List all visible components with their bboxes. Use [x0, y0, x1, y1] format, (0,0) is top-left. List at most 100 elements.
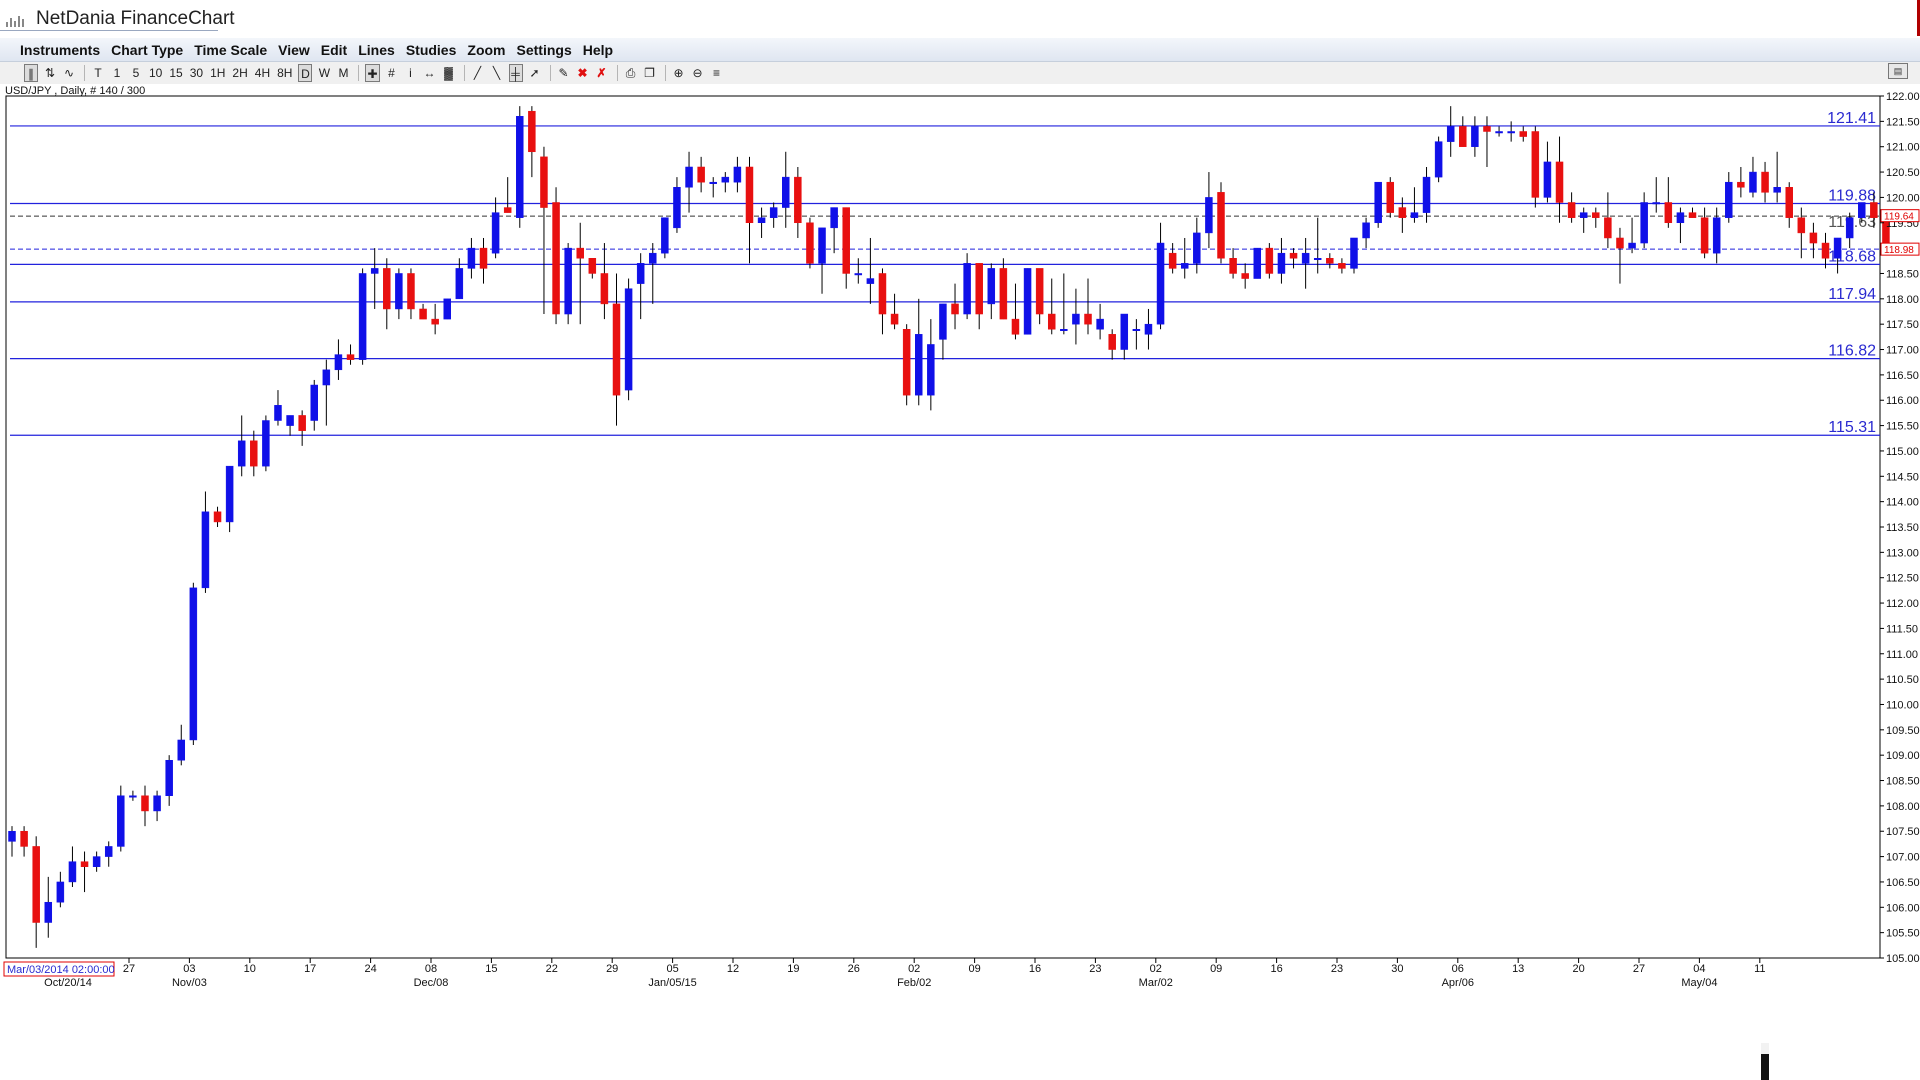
- y-tick-label: 107.50: [1886, 826, 1920, 838]
- candle-body: [1362, 222, 1370, 239]
- candle-body: [1700, 217, 1709, 254]
- candle-body: [1229, 258, 1237, 274]
- y-tick-label: 120.50: [1886, 167, 1920, 179]
- candle-body: [890, 313, 899, 325]
- candle: [552, 187, 560, 325]
- candle-body: [1773, 187, 1781, 193]
- candle-body: [141, 795, 149, 812]
- cursor-date-label: Mar/03/2014 02:00:00: [7, 964, 115, 976]
- candle-body: [298, 415, 306, 431]
- candle: [516, 106, 524, 228]
- y-tick-label: 105.00: [1886, 953, 1920, 965]
- candle-body: [1628, 242, 1636, 249]
- candle-body: [443, 298, 451, 320]
- candle-body: [927, 344, 935, 396]
- candle-body: [1471, 126, 1479, 147]
- candle-body: [177, 739, 186, 761]
- price-chart[interactable]: 121.41119.88118.68117.94116.82115.31119.…: [0, 0, 1920, 1000]
- candle: [1023, 268, 1032, 335]
- x-tick-label: 05: [666, 963, 678, 975]
- y-tick-label: 106.00: [1886, 902, 1920, 914]
- candle-body: [129, 795, 137, 798]
- candle-body: [1035, 268, 1044, 315]
- candle: [1386, 177, 1395, 218]
- candle-body: [419, 308, 427, 320]
- y-tick-label: 113.50: [1886, 522, 1919, 534]
- y-tick-label: 112.00: [1886, 598, 1919, 610]
- candle: [443, 298, 451, 320]
- candle: [1350, 237, 1358, 274]
- candle-body: [431, 318, 439, 325]
- x-tick-label: 24: [364, 963, 376, 975]
- candle-body: [987, 268, 996, 305]
- x-tick-label: 16: [1029, 963, 1041, 975]
- candle-body: [1253, 247, 1262, 279]
- candle-body: [310, 384, 318, 421]
- candle-body: [1338, 263, 1346, 269]
- candle-body: [818, 227, 826, 264]
- candle-body: [455, 268, 464, 300]
- candle: [902, 324, 911, 406]
- x-first-sublabel: Oct/20/14: [44, 977, 92, 989]
- candle-body: [1640, 202, 1648, 244]
- candle-body: [479, 247, 488, 269]
- candle-body: [322, 369, 331, 386]
- candle-body: [794, 176, 802, 224]
- candle-body: [588, 258, 597, 274]
- line-level-label: 121.41: [1827, 110, 1876, 127]
- y-tick-label: 108.50: [1886, 776, 1920, 788]
- candle-body: [1870, 202, 1878, 218]
- plot-frame: [5, 95, 1881, 959]
- x-tick-label: 15: [485, 963, 497, 975]
- candle-body: [92, 856, 101, 867]
- candle-body: [1096, 318, 1104, 330]
- candle-body: [1301, 252, 1310, 264]
- candle-body: [1144, 323, 1153, 335]
- x-tick-label: 27: [1633, 963, 1645, 975]
- x-tick-label: 06: [1452, 963, 1464, 975]
- y-tick-label: 111.00: [1886, 649, 1918, 661]
- candle-body: [8, 830, 16, 842]
- line-level-label: 115.31: [1828, 419, 1876, 436]
- candle-body: [1446, 126, 1455, 142]
- candle-body: [334, 354, 343, 371]
- candle-body: [32, 846, 40, 923]
- candle-body: [1108, 334, 1116, 350]
- y-tick-label: 121.00: [1886, 142, 1920, 154]
- candle-body: [117, 795, 125, 847]
- y-tick-label: 106.50: [1886, 877, 1920, 889]
- x-tick-label: 13: [1512, 963, 1524, 975]
- candle-body: [80, 861, 89, 867]
- candle-body: [189, 587, 198, 741]
- candle-body: [1326, 258, 1334, 264]
- x-tick-label: 20: [1572, 963, 1584, 975]
- y-tick-label: 109.00: [1886, 750, 1920, 762]
- candle-body: [902, 328, 911, 396]
- candle-body: [552, 202, 560, 315]
- candle-body: [1060, 328, 1068, 331]
- candle-body: [1047, 313, 1056, 330]
- candle-body: [951, 303, 959, 315]
- candle-body: [1543, 161, 1552, 198]
- candle-body: [1072, 313, 1080, 325]
- candle-body: [1507, 131, 1515, 134]
- candle-body: [1265, 247, 1274, 274]
- candle-body: [165, 759, 173, 796]
- candle-body: [1350, 237, 1358, 269]
- candle-body: [1809, 232, 1818, 244]
- candle-body: [1132, 328, 1141, 331]
- candle-body: [383, 268, 391, 310]
- candle-body: [56, 881, 65, 903]
- candle-body: [1676, 212, 1685, 224]
- candle-body: [878, 273, 887, 315]
- candle: [358, 268, 367, 365]
- y-tick-label: 107.00: [1886, 852, 1920, 864]
- candle: [1374, 181, 1382, 228]
- candle-body: [1725, 181, 1733, 218]
- y-tick-label: 116.00: [1886, 395, 1919, 407]
- candle-body: [1120, 313, 1129, 350]
- candle-body: [1821, 242, 1830, 259]
- candle-body: [528, 110, 536, 153]
- candle-body: [1193, 232, 1201, 264]
- x-tick-label: 26: [848, 963, 860, 975]
